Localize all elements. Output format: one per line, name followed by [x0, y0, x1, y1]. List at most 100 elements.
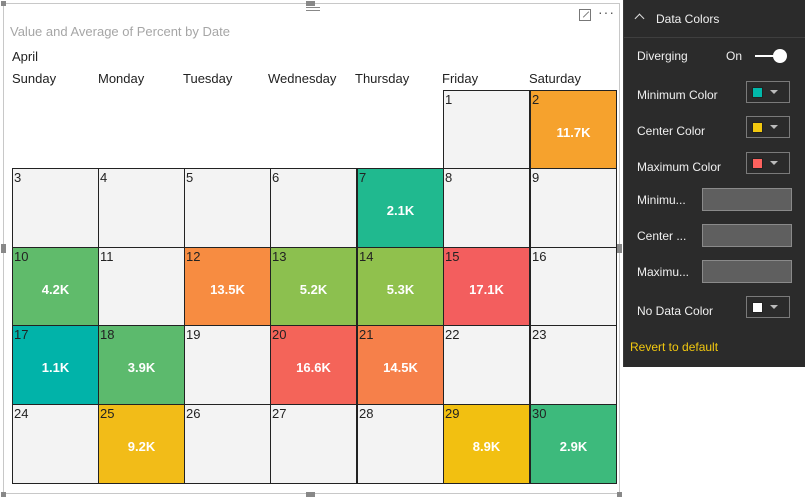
- calendar-day-cell[interactable]: 19: [184, 325, 271, 405]
- day-value-label: 9.2K: [127, 439, 156, 454]
- maximum-value-input[interactable]: [702, 260, 792, 283]
- calendar-day-cell[interactable]: 30 2.9K: [530, 404, 617, 484]
- calendar-day-cell[interactable]: 14 5.3K: [357, 247, 444, 327]
- no-data-color-label: No Data Color: [637, 304, 714, 318]
- chevron-up-icon[interactable]: [634, 13, 645, 24]
- day-value-label: 3.9K: [127, 360, 156, 375]
- revert-to-default-link[interactable]: Revert to default: [630, 340, 718, 354]
- calendar-day-cell[interactable]: 8: [443, 168, 530, 248]
- resize-handle-bottom-right[interactable]: [617, 492, 622, 497]
- minimum-color-picker[interactable]: [746, 81, 790, 103]
- drag-grip-icon[interactable]: [306, 7, 320, 15]
- calendar-day-cell[interactable]: 26: [184, 404, 271, 484]
- day-number: 27: [272, 406, 287, 421]
- day-number: 20: [272, 327, 287, 342]
- resize-handle-bottom[interactable]: [306, 492, 315, 497]
- calendar-day-cell[interactable]: 23: [530, 325, 617, 405]
- calendar-day-cell[interactable]: 7 2.1K: [357, 168, 444, 248]
- chevron-down-icon: [770, 161, 778, 165]
- calendar-day-cell[interactable]: 12 13.5K: [184, 247, 271, 327]
- day-number: 14: [359, 249, 374, 264]
- maximum-color-picker[interactable]: [746, 152, 790, 174]
- calendar-day-cell[interactable]: 25 9.2K: [98, 404, 185, 484]
- resize-handle-top[interactable]: [306, 1, 315, 6]
- day-number: 5: [186, 170, 194, 185]
- calendar-day-cell[interactable]: 21 14.5K: [357, 325, 444, 405]
- calendar-day-cell[interactable]: 16: [530, 247, 617, 327]
- focus-mode-icon[interactable]: [579, 9, 591, 21]
- center-color-picker[interactable]: [746, 116, 790, 138]
- maximum-value-label: Maximu...: [637, 265, 690, 279]
- more-options-icon[interactable]: ···: [598, 4, 615, 20]
- center-value-label: Center ...: [637, 229, 687, 243]
- calendar-day-cell[interactable]: 20 16.6K: [270, 325, 357, 405]
- day-number: 3: [14, 170, 22, 185]
- calendar-day-cell[interactable]: 3: [12, 168, 99, 248]
- center-color-swatch: [752, 122, 763, 133]
- resize-handle-top-left[interactable]: [1, 1, 6, 6]
- day-number: 29: [445, 406, 460, 421]
- no-data-color-swatch: [752, 302, 763, 313]
- day-number: 22: [445, 327, 460, 342]
- diverging-state-text: On: [726, 49, 743, 63]
- day-number: 6: [272, 170, 280, 185]
- resize-handle-bottom-left[interactable]: [1, 492, 6, 497]
- calendar-day-cell[interactable]: 27: [270, 404, 357, 484]
- day-number: 13: [272, 249, 287, 264]
- day-number: 8: [445, 170, 453, 185]
- calendar-day-cell[interactable]: 22: [443, 325, 530, 405]
- day-number: 28: [359, 406, 374, 421]
- day-number: 30: [532, 406, 547, 421]
- day-number: 7: [359, 170, 367, 185]
- calendar-day-cell[interactable]: 17 1.1K: [12, 325, 99, 405]
- resize-handle-left[interactable]: [1, 244, 6, 253]
- day-number: 23: [532, 327, 547, 342]
- no-data-color-picker[interactable]: [746, 296, 790, 318]
- day-header-saturday: Saturday: [529, 71, 582, 86]
- calendar-day-cell[interactable]: 29 8.9K: [443, 404, 530, 484]
- day-number: 4: [100, 170, 108, 185]
- toggle-knob[interactable]: [773, 49, 787, 63]
- day-header-sunday: Sunday: [12, 71, 57, 86]
- day-number: 18: [100, 327, 115, 342]
- calendar-day-cell[interactable]: 24: [12, 404, 99, 484]
- data-colors-section-header[interactable]: Data Colors: [624, 0, 805, 38]
- day-value-label: 5.3K: [386, 282, 415, 297]
- visual-title: Value and Average of Percent by Date: [10, 24, 230, 39]
- maximum-color-swatch: [752, 158, 763, 169]
- minimum-value-input[interactable]: [702, 188, 792, 211]
- center-value-input[interactable]: [702, 224, 792, 247]
- calendar-day-cell[interactable]: 9: [530, 168, 617, 248]
- calendar-day-cell[interactable]: 4: [98, 168, 185, 248]
- day-header-thursday: Thursday: [355, 71, 410, 86]
- calendar-day-cell[interactable]: 6: [270, 168, 357, 248]
- diverging-toggle[interactable]: [755, 49, 787, 63]
- month-label: April: [12, 49, 39, 64]
- day-number: 26: [186, 406, 201, 421]
- section-title: Data Colors: [656, 12, 720, 26]
- calendar-day-cell[interactable]: 13 5.2K: [270, 247, 357, 327]
- calendar-visual[interactable]: ··· Value and Average of Percent by Date…: [3, 3, 620, 494]
- calendar-day-cell[interactable]: 2 11.7K: [530, 90, 617, 170]
- day-number: 12: [186, 249, 201, 264]
- calendar-day-cell[interactable]: 15 17.1K: [443, 247, 530, 327]
- calendar-day-cell[interactable]: 28: [357, 404, 444, 484]
- diverging-label: Diverging: [637, 49, 688, 63]
- day-number: 16: [532, 249, 547, 264]
- calendar-day-cell[interactable]: 1: [443, 90, 530, 170]
- day-value-label: 13.5K: [210, 282, 245, 297]
- day-number: 15: [445, 249, 460, 264]
- minimum-value-label: Minimu...: [637, 193, 686, 207]
- resize-handle-right[interactable]: [617, 244, 622, 253]
- center-color-label: Center Color: [637, 124, 706, 138]
- day-value-label: 1.1K: [41, 360, 70, 375]
- day-number: 1: [445, 92, 453, 107]
- day-value-label: 8.9K: [472, 439, 501, 454]
- calendar-day-cell[interactable]: 10 4.2K: [12, 247, 99, 327]
- day-number: 10: [14, 249, 29, 264]
- day-value-label: 16.6K: [296, 360, 331, 375]
- day-value-label: 2.1K: [386, 203, 415, 218]
- calendar-day-cell[interactable]: 11: [98, 247, 185, 327]
- calendar-day-cell[interactable]: 5: [184, 168, 271, 248]
- calendar-day-cell[interactable]: 18 3.9K: [98, 325, 185, 405]
